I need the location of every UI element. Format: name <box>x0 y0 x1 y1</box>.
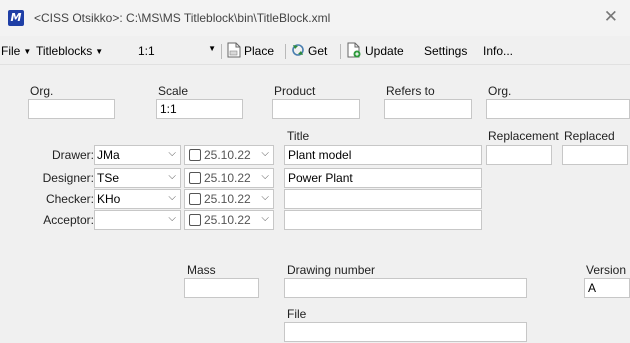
designer-select[interactable]: TSe ⌵ <box>94 168 181 188</box>
chevron-down-icon: ⌵ <box>261 148 269 159</box>
acceptor-select[interactable]: ⌵ <box>94 210 181 230</box>
get-refresh-icon <box>292 44 304 56</box>
drawer-value: JMa <box>97 148 120 162</box>
designer-date-picker[interactable]: 25.10.22 ⌵ <box>184 168 274 188</box>
acceptor-date-value: 25.10.22 <box>204 213 251 227</box>
mass-field[interactable] <box>184 278 259 298</box>
info-button[interactable]: Info... <box>483 44 513 58</box>
close-icon[interactable]: ✕ <box>604 7 618 27</box>
chevron-down-icon: ⌵ <box>168 171 176 182</box>
drawer-select[interactable]: JMa ⌵ <box>94 145 181 165</box>
title-line-3-field[interactable] <box>284 189 482 209</box>
chevron-down-icon: ⌵ <box>168 192 176 203</box>
menu-titleblocks[interactable]: Titleblocks ▼ <box>36 44 103 58</box>
drawer-date-picker[interactable]: 25.10.22 ⌵ <box>184 145 274 165</box>
toolbar-divider <box>0 64 630 65</box>
drawer-date-checkbox[interactable] <box>189 149 201 161</box>
title-line-4-field[interactable] <box>284 210 482 230</box>
checker-label: Checker: <box>45 192 94 206</box>
replacement-field[interactable] <box>486 145 552 165</box>
toolbar-separator <box>285 44 286 59</box>
org2-label: Org. <box>488 84 512 98</box>
replacement-label: Replacement <box>488 129 559 143</box>
chevron-down-icon: ⌵ <box>261 192 269 203</box>
acceptor-label: Acceptor: <box>43 213 94 227</box>
menu-file[interactable]: File ▼ <box>1 44 31 58</box>
drawer-date-value: 25.10.22 <box>204 148 251 162</box>
designer-date-checkbox[interactable] <box>189 172 201 184</box>
file-field[interactable] <box>284 322 527 342</box>
chevron-down-icon: ⌵ <box>261 171 269 182</box>
scale-select-value: 1:1 <box>138 44 155 58</box>
menu-file-label: File <box>1 44 21 58</box>
product-label: Product <box>274 84 316 98</box>
chevron-down-icon: ▼ <box>23 47 32 56</box>
get-button[interactable]: Get <box>308 44 327 58</box>
scale-field[interactable]: 1:1 <box>156 99 243 119</box>
replaced-label: Replaced <box>564 129 615 143</box>
org2-field[interactable] <box>486 99 630 119</box>
checker-value: KHo <box>97 192 121 206</box>
title-line-1-field[interactable]: Plant model <box>284 145 482 165</box>
file-label: File <box>287 307 307 321</box>
app-logo-icon: M <box>8 10 24 26</box>
refers-to-field[interactable] <box>384 99 472 119</box>
designer-value: TSe <box>97 171 120 185</box>
refers-to-label: Refers to <box>386 84 435 98</box>
mass-label: Mass <box>187 263 216 277</box>
version-field[interactable]: A <box>584 278 630 298</box>
drawer-label: Drawer: <box>51 148 94 162</box>
menu-titleblocks-label: Titleblocks <box>36 44 93 58</box>
window-titlebar: M <CISS Otsikko>: C:\MS\MS Titleblock\bi… <box>0 0 630 36</box>
designer-date-value: 25.10.22 <box>204 171 251 185</box>
designer-label: Designer: <box>42 171 94 185</box>
version-label: Version <box>586 263 627 277</box>
drawing-number-field[interactable] <box>284 278 527 298</box>
settings-button[interactable]: Settings <box>424 44 467 58</box>
update-button[interactable]: Update <box>365 44 404 58</box>
checker-date-checkbox[interactable] <box>189 193 201 205</box>
checker-select[interactable]: KHo ⌵ <box>94 189 181 209</box>
acceptor-date-checkbox[interactable] <box>189 214 201 226</box>
toolbar-separator <box>340 44 341 59</box>
chevron-down-icon: ▼ <box>208 44 216 53</box>
title-label: Title <box>287 129 310 143</box>
place-button[interactable]: Place <box>244 44 274 58</box>
org-label: Org. <box>30 84 54 98</box>
chevron-down-icon: ⌵ <box>261 213 269 224</box>
chevron-down-icon: ▼ <box>95 47 104 56</box>
checker-date-picker[interactable]: 25.10.22 ⌵ <box>184 189 274 209</box>
replaced-field[interactable] <box>562 145 628 165</box>
checker-date-value: 25.10.22 <box>204 192 251 206</box>
drawing-number-label: Drawing number <box>287 263 376 277</box>
toolbar-separator <box>221 44 222 59</box>
acceptor-date-picker[interactable]: 25.10.22 ⌵ <box>184 210 274 230</box>
scale-select[interactable]: 1:1 ▼ <box>134 41 218 61</box>
place-document-icon <box>227 42 241 58</box>
window-title: <CISS Otsikko>: C:\MS\MS Titleblock\bin\… <box>34 11 331 25</box>
title-line-2-field[interactable]: Power Plant <box>284 168 482 188</box>
scale-label: Scale <box>158 84 189 98</box>
update-document-icon <box>347 42 361 58</box>
product-field[interactable] <box>272 99 360 119</box>
chevron-down-icon: ⌵ <box>168 148 176 159</box>
chevron-down-icon: ⌵ <box>168 213 176 224</box>
org-field[interactable] <box>28 99 115 119</box>
